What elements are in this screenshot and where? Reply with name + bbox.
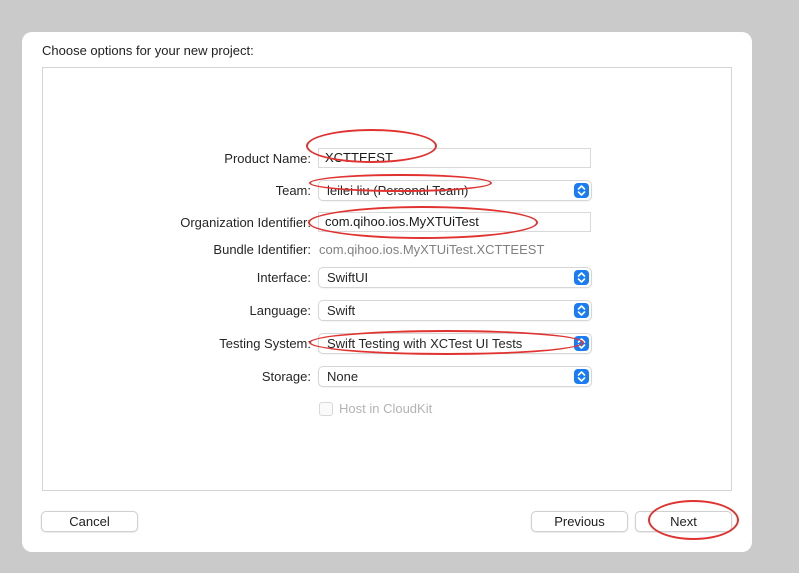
previous-button[interactable]: Previous [531,511,628,532]
team-value: leilei liu (Personal Team) [327,183,469,198]
bundle-identifier-value: com.qihoo.ios.MyXTUiTest.XCTTEEST [319,242,545,257]
product-name-field[interactable] [318,148,591,168]
bundle-identifier-row: Bundle Identifier: com.qihoo.ios.MyXTUiT… [43,239,731,261]
interface-value: SwiftUI [327,270,369,285]
new-project-options-dialog: Choose options for your new project: Pro… [22,32,752,552]
chevron-up-down-icon [574,336,589,351]
storage-popup[interactable]: None [318,366,592,387]
organization-identifier-row: Organization Identifier: [43,212,731,234]
host-in-cloudkit-checkbox[interactable] [319,402,333,416]
language-label: Language: [249,303,311,318]
next-button[interactable]: Next [635,511,732,532]
interface-row: Interface: SwiftUI [43,267,731,289]
language-value: Swift [327,303,356,318]
chevron-up-down-icon [574,369,589,384]
host-in-cloudkit-label: Host in CloudKit [339,401,433,416]
storage-label: Storage: [261,369,311,384]
language-row: Language: Swift [43,300,731,322]
interface-label: Interface: [256,270,311,285]
testing-system-row: Testing System: Swift Testing with XCTes… [43,333,731,355]
bundle-identifier-label: Bundle Identifier: [213,242,311,257]
testing-system-label: Testing System: [219,336,311,351]
storage-value: None [327,369,359,384]
storage-row: Storage: None [43,366,731,388]
product-name-label: Product Name: [224,151,311,166]
testing-system-popup[interactable]: Swift Testing with XCTest UI Tests [318,333,592,354]
chevron-up-down-icon [574,183,589,198]
team-label: Team: [275,183,311,198]
team-row: Team: leilei liu (Personal Team) [43,180,731,202]
language-popup[interactable]: Swift [318,300,592,321]
chevron-up-down-icon [574,303,589,318]
options-panel: Product Name: Team: leilei liu (Personal… [42,67,732,491]
cancel-button[interactable]: Cancel [41,511,138,532]
organization-identifier-label: Organization Identifier: [180,215,311,230]
organization-identifier-field[interactable] [318,212,591,232]
team-popup[interactable]: leilei liu (Personal Team) [318,180,592,201]
product-name-row: Product Name: [43,148,731,170]
testing-system-value: Swift Testing with XCTest UI Tests [327,336,523,351]
dialog-title: Choose options for your new project: [42,43,254,58]
chevron-up-down-icon [574,270,589,285]
interface-popup[interactable]: SwiftUI [318,267,592,288]
